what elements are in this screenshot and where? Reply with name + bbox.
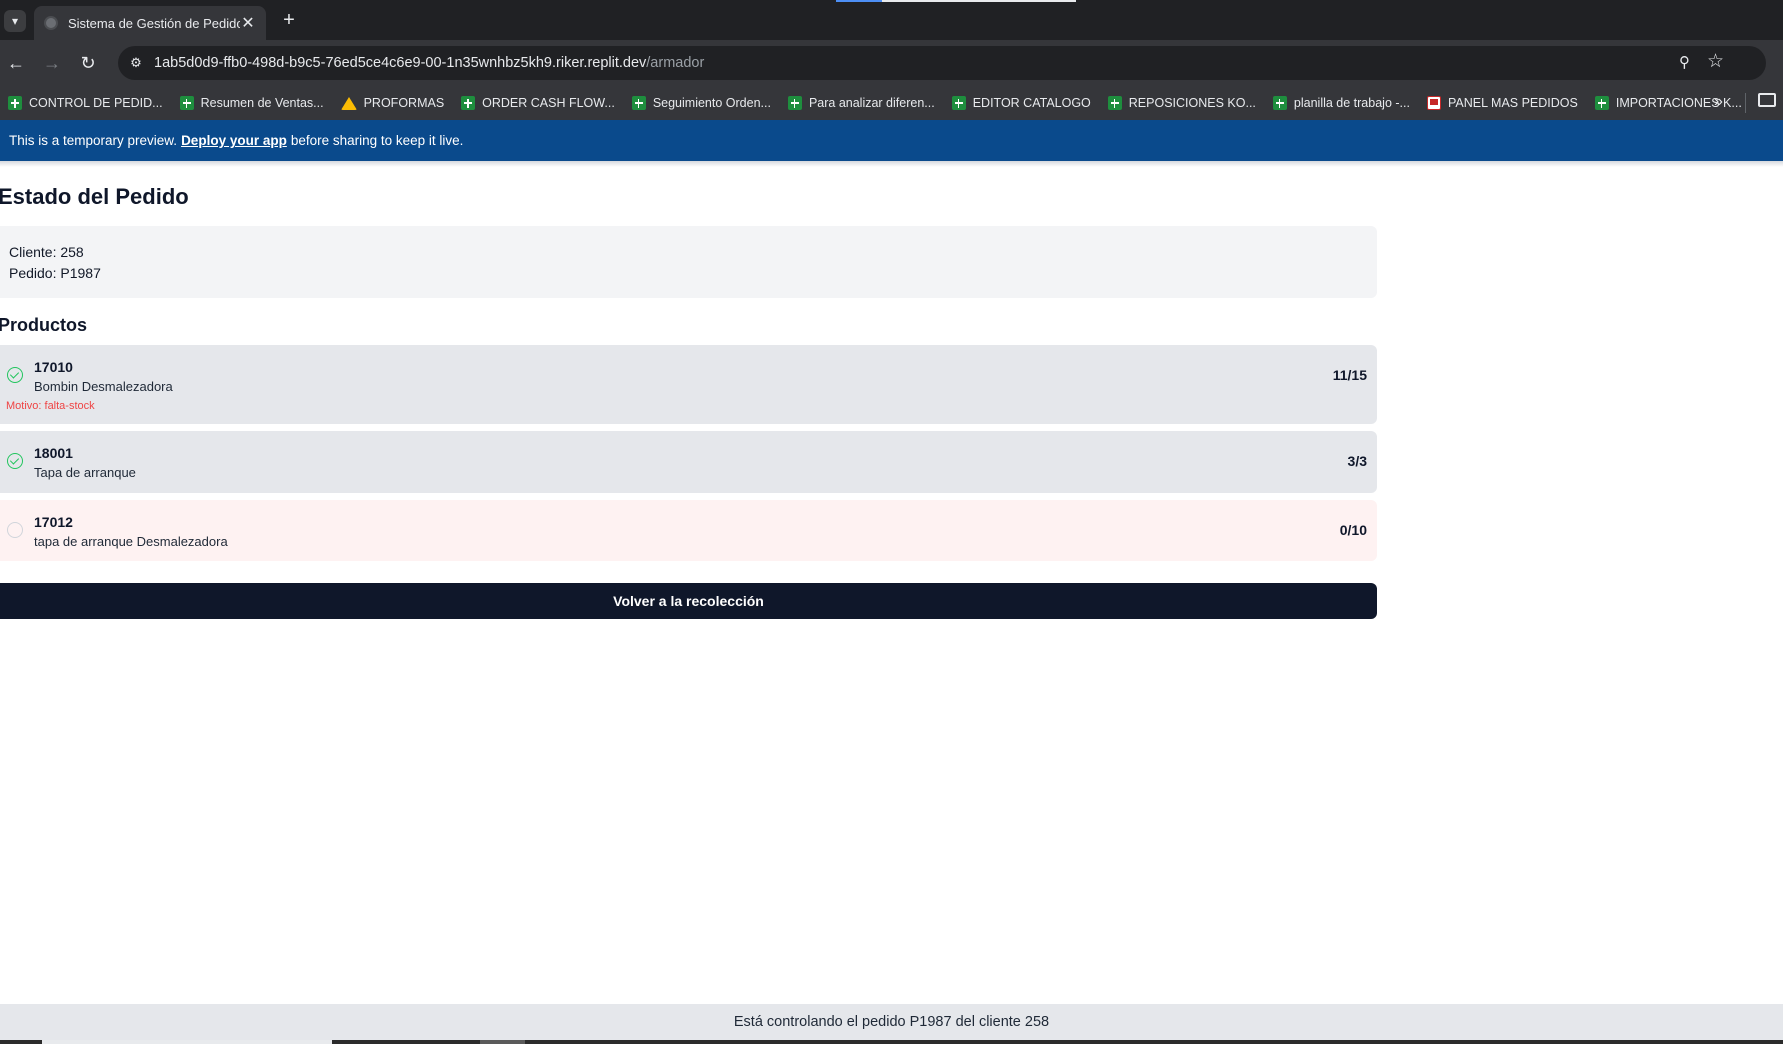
page-title: Estado del Pedido xyxy=(0,184,189,209)
product-quantity: 11/15 xyxy=(1332,367,1367,383)
more-bookmarks-icon[interactable]: » xyxy=(1714,93,1723,111)
bookmark-item[interactable]: planilla de trabajo -... xyxy=(1272,96,1410,110)
banner-suffix: before sharing to keep it live. xyxy=(290,133,464,148)
back-arrow-icon[interactable]: ← xyxy=(4,51,28,75)
product-code: 17012 xyxy=(34,514,73,530)
drive-icon xyxy=(340,96,357,110)
deploy-link[interactable]: Deploy your app xyxy=(181,133,287,148)
sheets-icon xyxy=(1594,96,1609,110)
bookmark-item[interactable]: CONTROL DE PEDID... xyxy=(8,96,163,110)
sheets-icon xyxy=(951,96,966,110)
bookmark-item[interactable]: EDITOR CATALOGO xyxy=(951,96,1091,110)
tab-search-icon[interactable]: ▾ xyxy=(4,10,26,32)
product-row: 17010 Bombin Desmalezadora 11/15 Motivo:… xyxy=(0,345,1377,424)
product-row: 18001 Tapa de arranque 3/3 xyxy=(0,431,1377,493)
product-row: 17012 tapa de arranque Desmalezadora 0/1… xyxy=(0,500,1377,561)
browser-toolbar: ← → ↻ ⚙ 1ab5d0d9-ffb0-498d-b9c5-76ed5ce4… xyxy=(0,40,1783,120)
sheets-icon xyxy=(461,96,476,110)
new-tab-button[interactable]: + xyxy=(278,9,300,31)
bookmark-item[interactable]: Resumen de Ventas... xyxy=(179,96,324,110)
status-footer: Está controlando el pedido P1987 del cli… xyxy=(0,1004,1783,1040)
reload-icon[interactable]: ↻ xyxy=(76,51,100,75)
product-name: Bombin Desmalezadora xyxy=(34,379,173,394)
tab-strip: ▾ Sistema de Gestión de Pedidos ✕ + xyxy=(0,0,1783,40)
bookmark-item[interactable]: PANEL MAS PEDIDOS xyxy=(1426,96,1578,110)
url-host: 1ab5d0d9-ffb0-498d-b9c5-76ed5ce4c6e9-00-… xyxy=(154,55,647,71)
bookmark-item[interactable]: PROFORMAS xyxy=(340,96,444,110)
zoom-icon[interactable]: ⚲ xyxy=(1679,53,1690,71)
sheets-icon xyxy=(8,96,22,110)
close-icon[interactable]: ✕ xyxy=(240,13,256,33)
sheets-icon xyxy=(787,96,802,110)
tab-title: Sistema de Gestión de Pedidos xyxy=(68,15,240,31)
check-circle-icon xyxy=(7,367,23,383)
bookmark-item[interactable]: REPOSICIONES KO... xyxy=(1107,96,1256,110)
url-path: /armador xyxy=(646,55,705,71)
product-quantity: 3/3 xyxy=(1347,453,1367,469)
sheets-icon xyxy=(1272,96,1287,110)
client-info: Cliente: 258 xyxy=(9,244,84,260)
globe-icon xyxy=(44,16,58,30)
product-reason: Motivo: falta-stock xyxy=(6,400,95,412)
banner-divider xyxy=(0,161,1783,167)
product-quantity: 0/10 xyxy=(1339,522,1367,538)
sheets-icon xyxy=(179,96,194,110)
forward-arrow-icon[interactable]: → xyxy=(40,51,64,75)
address-bar[interactable]: ⚙ 1ab5d0d9-ffb0-498d-b9c5-76ed5ce4c6e9-0… xyxy=(118,46,1766,80)
bookmarks-divider xyxy=(1745,93,1746,113)
sheets-icon xyxy=(631,96,646,110)
window-indicator-active xyxy=(836,0,882,2)
bookmark-item[interactable]: Seguimiento Orden... xyxy=(631,96,771,110)
sheets-icon xyxy=(1107,96,1122,110)
bookmark-star-icon[interactable]: ☆ xyxy=(1707,50,1724,73)
product-name: Tapa de arranque xyxy=(34,465,136,480)
bookmarks-bar: CONTROL DE PEDID... Resumen de Ventas...… xyxy=(0,86,1783,120)
back-to-picking-button[interactable]: Volver a la recolección xyxy=(0,583,1377,619)
order-info-card: Cliente: 258 Pedido: P1987 xyxy=(0,226,1377,298)
banner-prefix: This is a temporary preview. xyxy=(9,133,178,148)
bookmark-item[interactable]: Para analizar diferen... xyxy=(787,96,935,110)
site-settings-icon[interactable]: ⚙ xyxy=(126,53,146,73)
preview-banner: This is a temporary preview. Deploy your… xyxy=(0,120,1783,161)
check-circle-icon xyxy=(7,453,23,469)
folder-icon[interactable] xyxy=(1758,93,1776,107)
panel-icon xyxy=(1426,96,1441,110)
product-code: 18001 xyxy=(34,445,73,461)
browser-tab[interactable]: Sistema de Gestión de Pedidos ✕ xyxy=(34,6,266,40)
order-info: Pedido: P1987 xyxy=(9,265,101,281)
products-heading: Productos xyxy=(0,315,88,335)
product-code: 17010 xyxy=(34,359,73,375)
bookmark-item[interactable]: ORDER CASH FLOW... xyxy=(461,96,615,110)
empty-circle-icon xyxy=(7,522,23,538)
taskbar-item[interactable] xyxy=(480,1040,525,1044)
taskbar-item[interactable] xyxy=(42,1040,332,1044)
product-name: tapa de arranque Desmalezadora xyxy=(34,534,228,549)
